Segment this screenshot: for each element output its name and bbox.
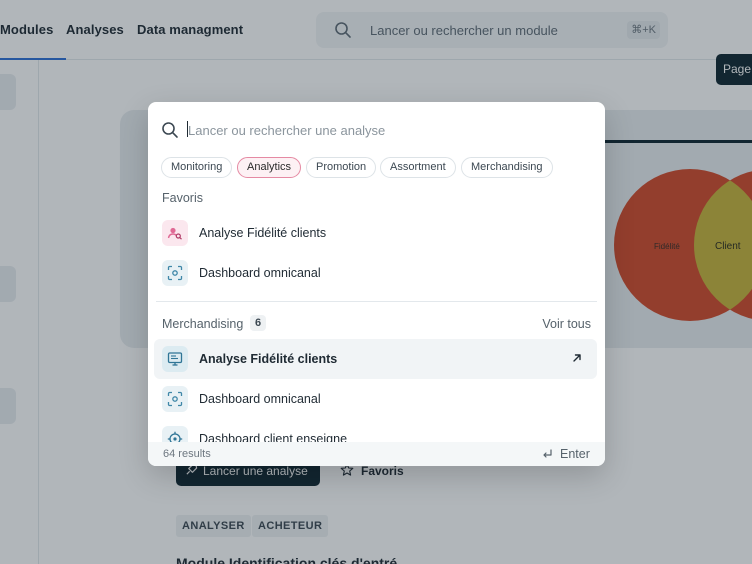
merchandising-item-label: Analyse Fidélité clients	[199, 352, 338, 366]
filter-chip-analytics[interactable]: Analytics	[237, 157, 302, 178]
modal-footer: 64 results Enter	[148, 442, 605, 466]
enter-hint: Enter	[560, 447, 590, 461]
filter-chip-promotion[interactable]: Promotion	[306, 157, 377, 178]
see-all-link[interactable]: Voir tous	[542, 317, 591, 331]
section-divider	[156, 301, 597, 302]
user-search-icon	[162, 220, 188, 246]
favorite-item[interactable]: Dashboard omnicanal	[154, 253, 597, 293]
scan-icon	[162, 260, 188, 286]
analysis-search-modal: Monitoring Analytics Promotion Assortmen…	[148, 102, 605, 466]
favorite-item-label: Dashboard omnicanal	[199, 266, 321, 280]
merchandising-item-label: Dashboard omnicanal	[199, 392, 321, 406]
monitor-icon	[162, 346, 188, 372]
results-count: 64 results	[163, 448, 211, 460]
enter-key-icon	[543, 449, 552, 458]
favorite-item[interactable]: Analyse Fidélité clients	[154, 213, 597, 253]
merchandising-section-title: Merchandising	[162, 317, 244, 331]
filter-chip-assortment[interactable]: Assortment	[380, 157, 456, 178]
merchandising-item[interactable]: Analyse Fidélité clients	[154, 339, 597, 379]
arrow-up-right-icon	[573, 354, 581, 362]
merchandising-item[interactable]: Dashboard omnicanal	[154, 379, 597, 419]
merchandising-count-badge: 6	[250, 315, 267, 331]
favorites-section-title: Favoris	[162, 191, 203, 205]
filter-chip-merchandising[interactable]: Merchandising	[461, 157, 553, 178]
analysis-search-input[interactable]	[188, 119, 568, 141]
scan-icon	[162, 386, 188, 412]
filter-chip-monitoring[interactable]: Monitoring	[161, 157, 233, 178]
favorite-item-label: Analyse Fidélité clients	[199, 226, 327, 240]
search-icon	[162, 122, 178, 138]
